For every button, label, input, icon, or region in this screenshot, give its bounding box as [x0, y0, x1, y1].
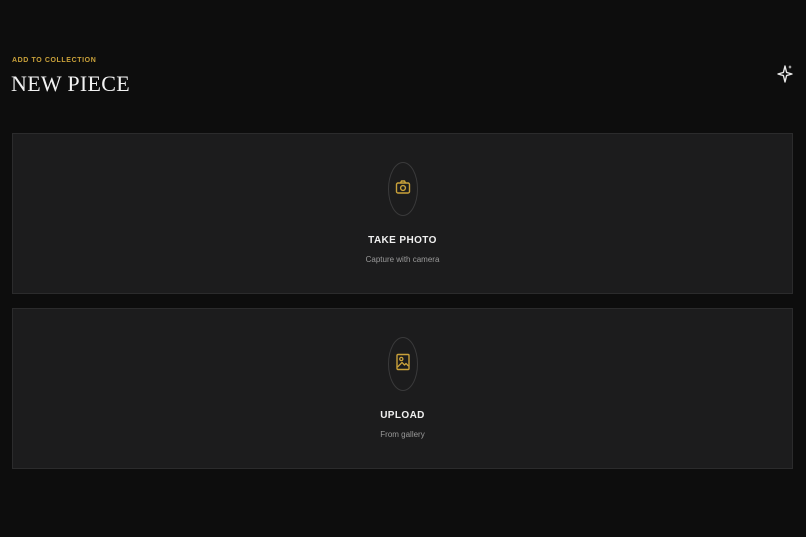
upload-label: UPLOAD — [380, 410, 425, 421]
image-icon — [395, 353, 411, 376]
take-photo-subtitle: Capture with camera — [365, 255, 440, 264]
header-eyebrow: ADD TO COLLECTION — [12, 57, 97, 64]
page-title: NEW PIECE — [11, 71, 131, 96]
take-photo-label: TAKE PHOTO — [368, 235, 437, 246]
sparkle-icon — [777, 64, 793, 89]
take-photo-icon-circle — [388, 162, 418, 216]
upload-subtitle: From gallery — [380, 430, 425, 439]
sparkle-button[interactable] — [774, 64, 796, 88]
upload-card[interactable]: UPLOAD From gallery — [12, 308, 793, 469]
upload-icon-circle — [388, 337, 418, 391]
camera-icon — [395, 179, 411, 200]
take-photo-card[interactable]: TAKE PHOTO Capture with camera — [12, 133, 793, 294]
